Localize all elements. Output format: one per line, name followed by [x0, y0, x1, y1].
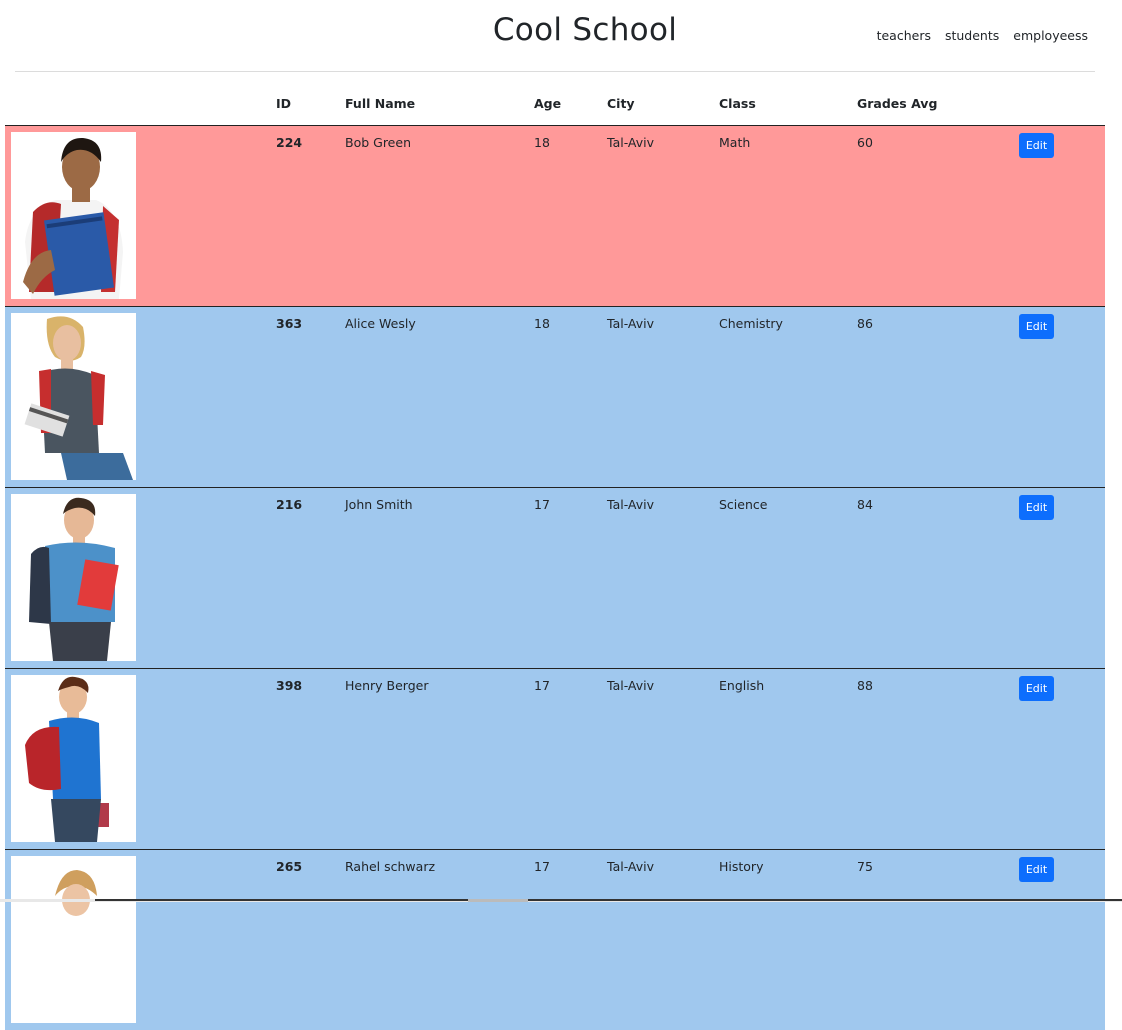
cell-age: 17 — [534, 859, 550, 874]
cell-full-name: Henry Berger — [345, 678, 429, 693]
cell-age: 17 — [534, 497, 550, 512]
cell-class: Chemistry — [719, 316, 783, 331]
student-photo — [11, 313, 136, 480]
edit-button[interactable]: Edit — [1019, 133, 1054, 158]
nav-link-students[interactable]: students — [945, 28, 999, 43]
cell-id: 265 — [276, 859, 303, 874]
nav-link-employees[interactable]: employeess — [1013, 28, 1088, 43]
edit-button[interactable]: Edit — [1019, 676, 1054, 701]
cell-city: Tal-Aviv — [607, 497, 655, 512]
cell-grades-avg: 88 — [857, 678, 873, 693]
cell-full-name: Bob Green — [345, 135, 411, 150]
header-class: Class — [719, 96, 756, 111]
cell-class: History — [719, 859, 764, 874]
cell-class: Science — [719, 497, 768, 512]
edit-button[interactable]: Edit — [1019, 857, 1054, 882]
table-header: ID Full Name Age City Class Grades Avg — [5, 96, 1105, 124]
header-divider — [15, 71, 1095, 72]
cell-grades-avg: 75 — [857, 859, 873, 874]
cell-age: 17 — [534, 678, 550, 693]
header-city: City — [607, 96, 635, 111]
cell-grades-avg: 84 — [857, 497, 873, 512]
cell-age: 18 — [534, 316, 550, 331]
cell-full-name: Alice Wesly — [345, 316, 416, 331]
cell-city: Tal-Aviv — [607, 859, 655, 874]
edit-button[interactable]: Edit — [1019, 495, 1054, 520]
cell-grades-avg: 86 — [857, 316, 873, 331]
cell-id: 216 — [276, 497, 303, 512]
cell-age: 18 — [534, 135, 550, 150]
edit-button[interactable]: Edit — [1019, 314, 1054, 339]
nav-link-teachers[interactable]: teachers — [877, 28, 931, 43]
scrollbar-track — [95, 899, 1122, 901]
cell-city: Tal-Aviv — [607, 135, 655, 150]
header-grades-avg: Grades Avg — [857, 96, 938, 111]
cell-class: English — [719, 678, 765, 693]
header-age: Age — [534, 96, 562, 111]
cell-grades-avg: 60 — [857, 135, 873, 150]
top-nav: teachers students employeess — [877, 28, 1088, 43]
table-row: 265 Rahel schwarz 17 Tal-Aviv History 75… — [5, 849, 1105, 1030]
table-row: 398 Henry Berger 17 Tal-Aviv English 88 … — [5, 668, 1105, 849]
cell-full-name: Rahel schwarz — [345, 859, 436, 874]
header-full-name: Full Name — [345, 96, 416, 111]
table-row: 224 Bob Green 18 Tal-Aviv Math 60 Edit — [5, 125, 1105, 306]
cell-id: 363 — [276, 316, 303, 331]
student-photo — [11, 132, 136, 299]
student-photo — [11, 856, 136, 1023]
table-row: 363 Alice Wesly 18 Tal-Aviv Chemistry 86… — [5, 306, 1105, 487]
page-header: Cool School teachers students employeess — [0, 0, 1122, 72]
cell-id: 224 — [276, 135, 303, 150]
cell-class: Math — [719, 135, 751, 150]
student-table: 224 Bob Green 18 Tal-Aviv Math 60 Edit 3… — [5, 125, 1105, 1030]
table-row: 216 John Smith 17 Tal-Aviv Science 84 Ed… — [5, 487, 1105, 668]
cell-city: Tal-Aviv — [607, 678, 655, 693]
cell-city: Tal-Aviv — [607, 316, 655, 331]
student-photo — [11, 494, 136, 661]
student-photo — [11, 675, 136, 842]
cell-full-name: John Smith — [345, 497, 413, 512]
header-id: ID — [276, 96, 292, 111]
cell-id: 398 — [276, 678, 303, 693]
